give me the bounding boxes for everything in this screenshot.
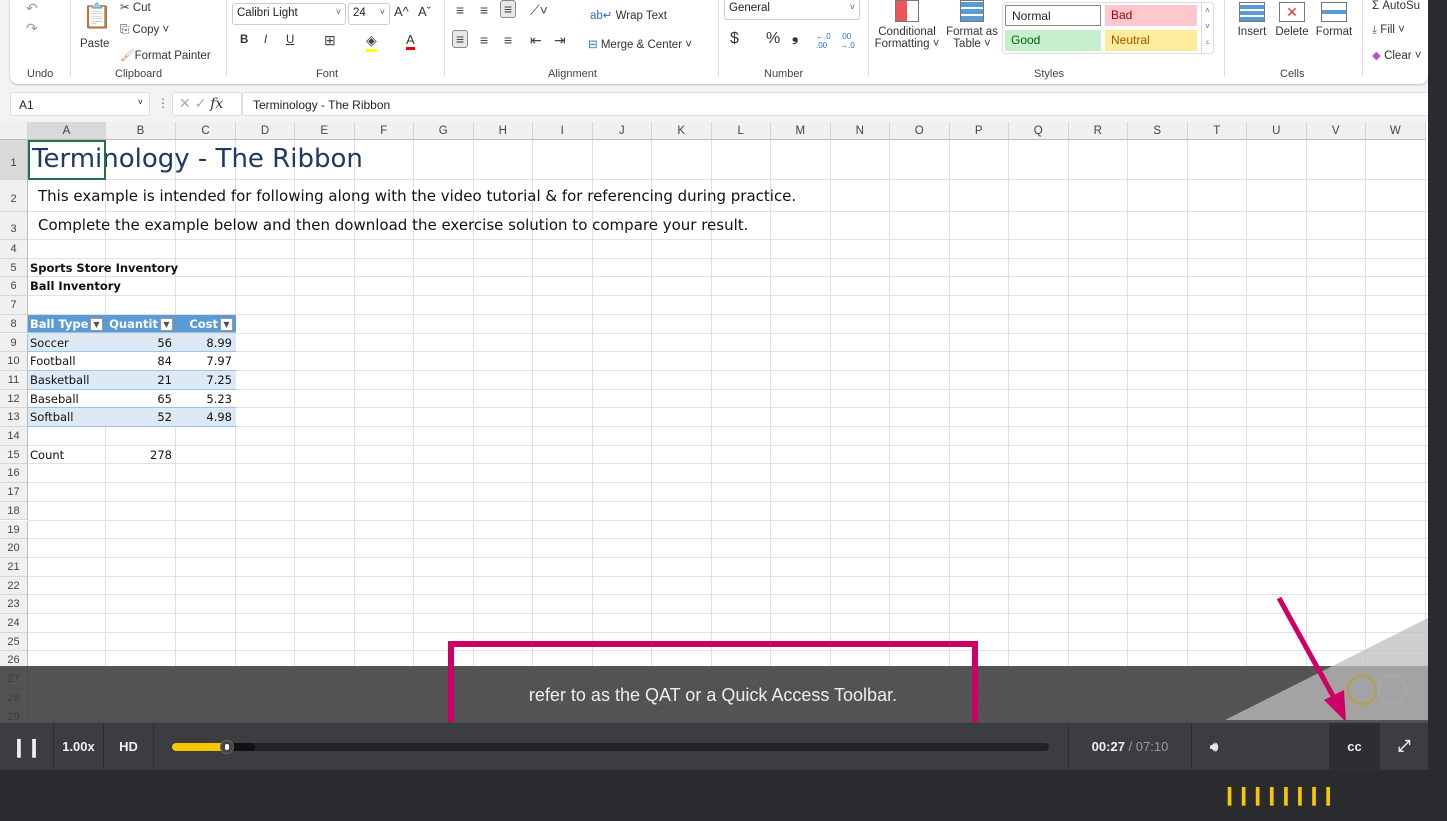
- played-bar: [172, 743, 228, 751]
- pause-icon: ❙❙: [11, 737, 42, 757]
- time-display: 00:27 / 07:10: [1068, 723, 1192, 771]
- volume-icon[interactable]: 🔊︎: [1210, 739, 1218, 754]
- volume-control[interactable]: 🔊︎ ❙❙❙❙❙❙❙❙: [1192, 723, 1336, 805]
- video-controls: ❙❙ 1.00x HD 00:27 / 07:10 🔊︎❙❙❙❙❙❙❙❙ cc …: [0, 722, 1428, 805]
- progress-slider[interactable]: [172, 740, 1049, 754]
- speed-button[interactable]: 1.00x: [54, 723, 104, 771]
- fullscreen-button[interactable]: ⤢: [1380, 723, 1428, 771]
- cc-button[interactable]: cc: [1330, 723, 1380, 771]
- corner-watermark-shape: [1225, 618, 1428, 720]
- caption-text: refer to as the QAT or a Quick Access To…: [528, 685, 898, 705]
- volume-level[interactable]: ❙❙❙❙❙❙❙❙: [1222, 785, 1336, 805]
- progress-handle[interactable]: [220, 740, 235, 754]
- fullscreen-icon: ⤢: [1397, 738, 1411, 755]
- quality-button[interactable]: HD: [104, 723, 154, 771]
- pause-button[interactable]: ❙❙: [0, 723, 54, 771]
